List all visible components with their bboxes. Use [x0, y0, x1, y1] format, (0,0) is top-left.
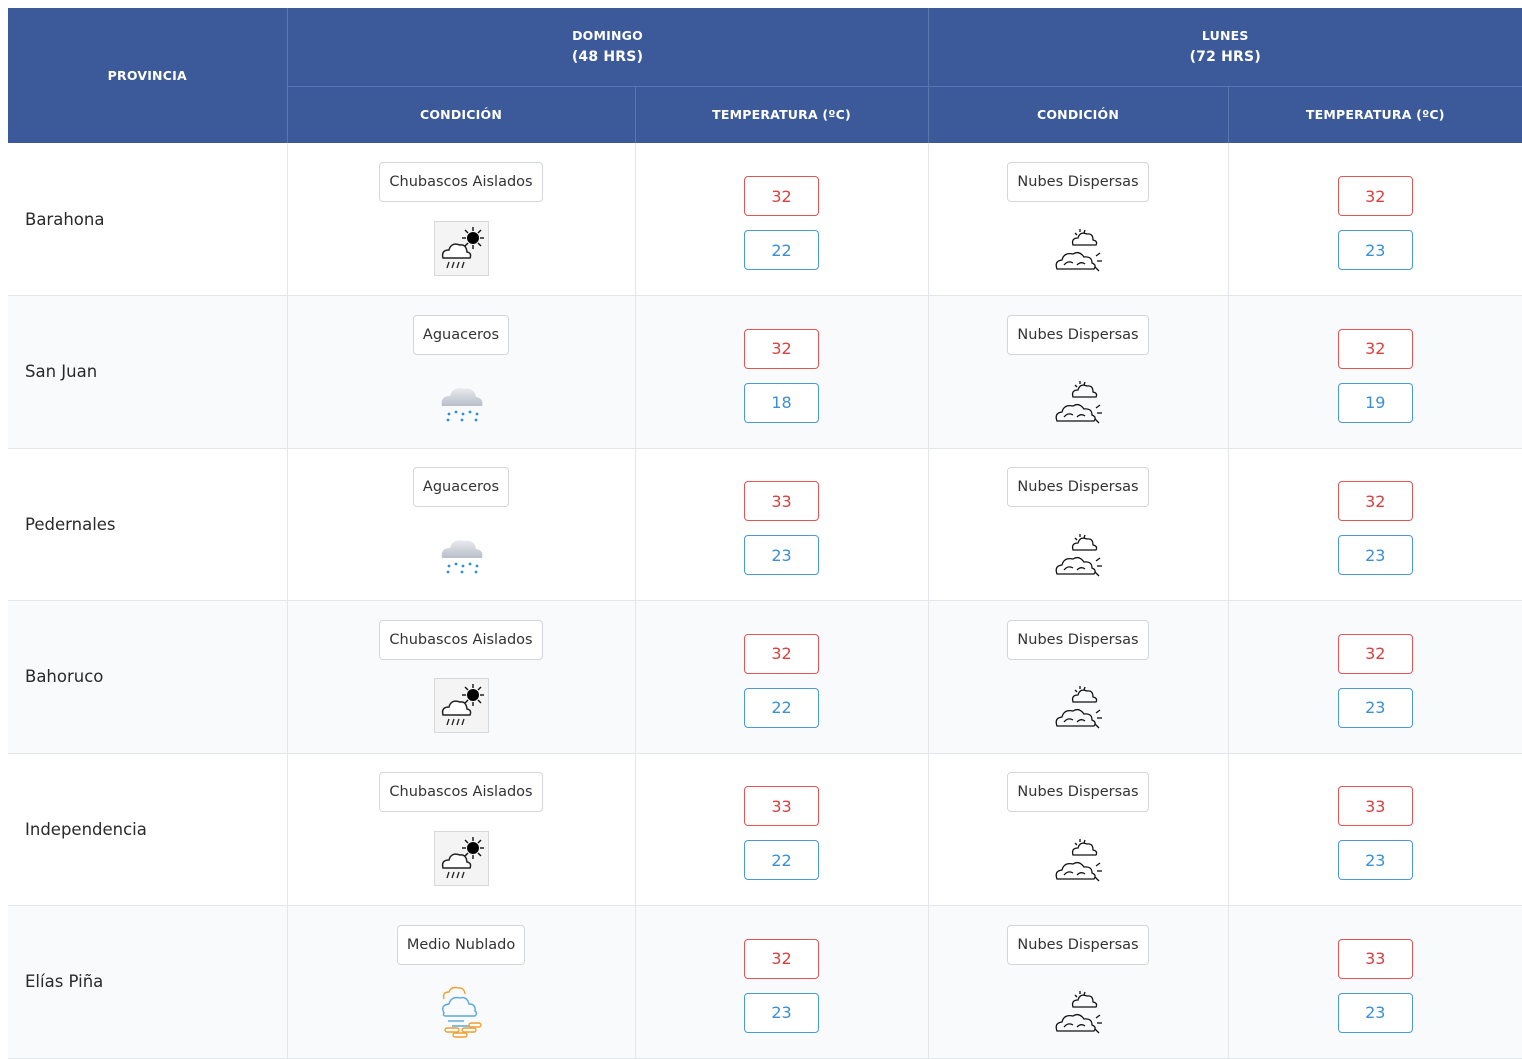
d1-condicion-cell: Chubascos Aislados [287, 143, 636, 296]
min-temp: 18 [744, 382, 819, 423]
d1-temperatura-cell: 32 22 [635, 143, 929, 296]
max-temp: 32 [1337, 176, 1413, 216]
scattered-clouds-icon [1051, 526, 1106, 581]
table-row: Barahona Chubascos Aislados 32 22 Nubes Dis… [8, 143, 1522, 296]
scattered-clouds-icon [1051, 831, 1106, 886]
condition-label: Aguaceros [412, 467, 510, 508]
d1-condicion-cell: Aguaceros [287, 448, 636, 601]
day1-header: DOMINGO (48 HRS) [287, 8, 929, 87]
table-row: Pedernales Aguaceros 33 23 Nubes Dispersas … [8, 448, 1522, 601]
max-temp: 32 [1337, 328, 1413, 369]
max-temp: 32 [744, 633, 819, 674]
condition-label: Chubascos Aislados [379, 619, 543, 660]
d1-temperatura-cell: 33 22 [635, 753, 929, 906]
table-row: Elías Piña Medio Nublado 32 23 Nubes Disper… [8, 905, 1522, 1059]
sun-cloud-rain-icon [433, 678, 489, 734]
forecast-table-container: PROVINCIA DOMINGO (48 HRS) LUNES (72 HRS… [8, 8, 1522, 1059]
d2-temperatura-cell: 32 23 [1228, 143, 1522, 296]
scattered-clouds-icon [1051, 678, 1106, 733]
partly-cloudy-icon [436, 983, 486, 1038]
scattered-clouds-icon [1051, 373, 1106, 428]
condition-label: Chubascos Aislados [379, 162, 543, 202]
min-temp: 19 [1337, 382, 1413, 423]
day2-hours: (72 HRS) [1189, 49, 1261, 66]
min-temp: 22 [744, 687, 819, 728]
day1-condicion-header: CONDICIÓN [287, 86, 636, 143]
day2-temperatura-header: TEMPERATURA (ºC) [1228, 86, 1522, 143]
max-temp: 32 [744, 938, 819, 979]
d1-condicion-cell: Chubascos Aislados [287, 753, 636, 906]
d2-temperatura-cell: 32 23 [1228, 600, 1522, 754]
d1-temperatura-cell: 32 18 [635, 295, 929, 449]
provincia-name: Independencia [8, 753, 288, 906]
d2-condicion-cell: Nubes Dispersas [928, 448, 1229, 601]
d1-condicion-cell: Aguaceros [287, 295, 636, 449]
day2-name: LUNES [1201, 28, 1249, 44]
condition-label: Aguaceros [412, 314, 510, 355]
d2-temperatura-cell: 33 23 [1228, 905, 1522, 1059]
d1-condicion-cell: Chubascos Aislados [287, 600, 636, 754]
min-temp: 23 [1337, 840, 1413, 881]
table-row: Bahoruco Chubascos Aislados 32 22 Nubes Dis… [8, 600, 1522, 754]
provincia-name: San Juan [8, 295, 288, 449]
min-temp: 23 [744, 535, 819, 576]
d1-temperatura-cell: 32 23 [635, 905, 929, 1059]
condition-label: Nubes Dispersas [1007, 314, 1149, 355]
max-temp: 32 [744, 328, 819, 369]
condition-label: Nubes Dispersas [1007, 467, 1149, 508]
table-row: San Juan Aguaceros 32 18 Nubes Dispersas 32… [8, 295, 1522, 449]
provincia-name: Elías Piña [8, 905, 288, 1059]
sun-cloud-rain-icon [433, 830, 489, 886]
d1-temperatura-cell: 33 23 [635, 448, 929, 601]
d2-condicion-cell: Nubes Dispersas [928, 600, 1229, 754]
provincia-name: Pedernales [8, 448, 288, 601]
d1-condicion-cell: Medio Nublado [287, 905, 636, 1059]
d2-condicion-cell: Nubes Dispersas [928, 753, 1229, 906]
rain-cloud-icon [436, 376, 486, 426]
condition-label: Nubes Dispersas [1007, 772, 1149, 813]
forecast-table: PROVINCIA DOMINGO (48 HRS) LUNES (72 HRS… [8, 8, 1522, 1059]
scattered-clouds-icon [1051, 221, 1106, 276]
min-temp: 22 [744, 840, 819, 881]
min-temp: 23 [1337, 992, 1413, 1033]
max-temp: 33 [744, 481, 819, 522]
d2-condicion-cell: Nubes Dispersas [928, 905, 1229, 1059]
max-temp: 33 [1337, 786, 1413, 827]
d2-condicion-cell: Nubes Dispersas [928, 295, 1229, 449]
max-temp: 33 [744, 786, 819, 827]
condition-label: Medio Nublado [396, 924, 526, 965]
min-temp: 22 [744, 230, 819, 270]
sun-cloud-rain-icon [433, 220, 489, 276]
provincia-name: Bahoruco [8, 600, 288, 754]
max-temp: 32 [1337, 633, 1413, 674]
min-temp: 23 [744, 992, 819, 1033]
d2-condicion-cell: Nubes Dispersas [928, 143, 1229, 296]
condition-label: Nubes Dispersas [1007, 924, 1149, 965]
condition-label: Chubascos Aislados [379, 772, 543, 813]
min-temp: 23 [1337, 230, 1413, 270]
max-temp: 33 [1337, 938, 1413, 979]
condition-label: Nubes Dispersas [1007, 619, 1149, 660]
rain-cloud-icon [436, 528, 486, 578]
min-temp: 23 [1337, 535, 1413, 576]
d2-temperatura-cell: 32 23 [1228, 448, 1522, 601]
provincia-header: PROVINCIA [8, 8, 288, 143]
d2-temperatura-cell: 33 23 [1228, 753, 1522, 906]
day1-temperatura-header: TEMPERATURA (ºC) [635, 86, 929, 143]
min-temp: 23 [1337, 687, 1413, 728]
day1-name: DOMINGO [572, 28, 643, 44]
table-row: Independencia Chubascos Aislados 33 22 Nube… [8, 753, 1522, 906]
provincia-name: Barahona [8, 143, 288, 296]
condition-label: Nubes Dispersas [1007, 162, 1149, 202]
day1-hours: (48 HRS) [571, 49, 644, 66]
d1-temperatura-cell: 32 22 [635, 600, 929, 754]
d2-temperatura-cell: 32 19 [1228, 295, 1522, 449]
scattered-clouds-icon [1051, 983, 1106, 1038]
max-temp: 32 [1337, 481, 1413, 522]
day2-condicion-header: CONDICIÓN [928, 86, 1229, 143]
max-temp: 32 [744, 176, 819, 216]
day2-header: LUNES (72 HRS) [928, 8, 1522, 87]
